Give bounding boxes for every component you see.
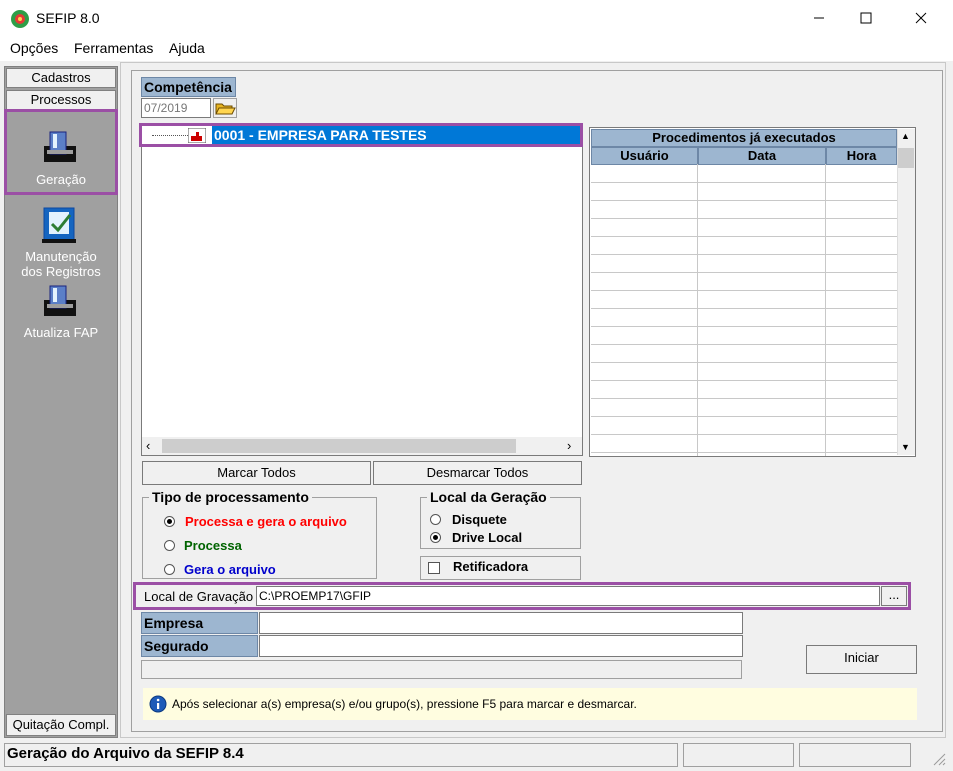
resize-grip-icon[interactable]: [930, 750, 946, 766]
start-button[interactable]: Iniciar: [806, 645, 917, 674]
tipo-processamento-title: Tipo de processamento: [149, 489, 312, 505]
sidebar-item-geracao[interactable]: Geração: [6, 173, 116, 187]
table-row: [591, 417, 897, 435]
company-icon: [187, 127, 207, 144]
table-row: [591, 327, 897, 345]
radio-gera-arquivo[interactable]: [164, 564, 175, 575]
hint-text: Após selecionar a(s) empresa(s) e/ou gru…: [172, 697, 637, 711]
tab-quitacao-compl[interactable]: Quitação Compl.: [6, 714, 116, 736]
company-tree[interactable]: [141, 124, 583, 456]
option-drive-local[interactable]: Drive Local: [452, 530, 522, 545]
empresa-field: [259, 612, 743, 634]
local-geracao-title: Local da Geração: [427, 489, 550, 505]
menu-ajuda[interactable]: Ajuda: [169, 40, 205, 56]
option-disquete[interactable]: Disquete: [452, 512, 507, 527]
column-hora[interactable]: Hora: [826, 147, 897, 165]
tab-processos[interactable]: Processos: [6, 90, 116, 110]
status-panel-3: [799, 743, 911, 767]
sefip-app-icon: [10, 9, 30, 29]
mark-all-button[interactable]: Marcar Todos: [142, 461, 371, 485]
table-row: [591, 165, 897, 183]
table-row: [591, 273, 897, 291]
sidebar-item-manutencao-line1[interactable]: Manutenção: [6, 250, 116, 264]
radio-drive-local[interactable]: [430, 532, 441, 543]
scroll-down-icon[interactable]: ▼: [901, 442, 910, 452]
sidebar-item-atualiza-fap[interactable]: Atualiza FAP: [6, 326, 116, 340]
competencia-field[interactable]: 07/2019: [141, 98, 211, 118]
menu-opcoes[interactable]: Opções: [10, 40, 58, 56]
local-gravacao-field[interactable]: C:\PROEMP17\GFIP: [256, 586, 880, 606]
retificadora-checkbox[interactable]: [428, 562, 440, 574]
table-row: [591, 291, 897, 309]
close-button[interactable]: [898, 0, 944, 36]
option-processa[interactable]: Processa: [184, 538, 242, 553]
table-row: [591, 183, 897, 201]
atualiza-fap-icon[interactable]: [40, 282, 80, 320]
open-folder-button[interactable]: [213, 98, 237, 118]
table-row: [591, 255, 897, 273]
browse-button[interactable]: ...: [881, 586, 907, 606]
unmark-all-button[interactable]: Desmarcar Todos: [373, 461, 582, 485]
menu-ferramentas[interactable]: Ferramentas: [74, 40, 153, 56]
radio-processa[interactable]: [164, 540, 175, 551]
tree-item-empresa[interactable]: 0001 - EMPRESA PARA TESTES: [214, 127, 427, 143]
table-row: [591, 219, 897, 237]
maximize-button[interactable]: [843, 0, 889, 36]
procedures-title: Procedimentos já executados: [591, 129, 897, 147]
table-row: [591, 309, 897, 327]
scroll-right-icon[interactable]: ›: [567, 438, 571, 453]
empresa-label: Empresa: [141, 612, 258, 634]
status-panel-2: [683, 743, 794, 767]
option-processa-e-gera[interactable]: Processa e gera o arquivo: [185, 514, 347, 529]
tree-scroll-thumb[interactable]: [162, 439, 516, 453]
segurado-label: Segurado: [141, 635, 258, 657]
option-gera-arquivo[interactable]: Gera o arquivo: [184, 562, 276, 577]
sidebar-item-manutencao-line2[interactable]: dos Registros: [6, 265, 116, 279]
progress-bar: [141, 660, 742, 679]
local-gravacao-label: Local de Gravação: [144, 589, 254, 604]
maximize-icon: [860, 12, 872, 24]
manutencao-icon[interactable]: [40, 205, 80, 245]
column-usuario[interactable]: Usuário: [591, 147, 698, 165]
scroll-left-icon[interactable]: ‹: [146, 438, 150, 453]
open-folder-icon: [215, 103, 236, 115]
tab-cadastros[interactable]: Cadastros: [6, 68, 116, 88]
retificadora-label[interactable]: Retificadora: [453, 559, 528, 574]
tree-connector: [152, 135, 188, 136]
procedures-vertical-scrollbar[interactable]: [897, 129, 915, 455]
competencia-label: Competência: [141, 77, 236, 97]
info-icon: [149, 695, 167, 713]
table-row: [591, 435, 897, 453]
minimize-button[interactable]: [796, 0, 842, 36]
radio-disquete[interactable]: [430, 514, 441, 525]
table-row: [591, 399, 897, 417]
close-icon: [915, 12, 927, 24]
table-row: [591, 381, 897, 399]
radio-processa-e-gera[interactable]: [164, 516, 175, 527]
procedures-scroll-thumb[interactable]: [898, 148, 914, 168]
scroll-up-icon[interactable]: ▲: [901, 131, 910, 141]
column-data[interactable]: Data: [698, 147, 826, 165]
window-title: SEFIP 8.0: [36, 10, 100, 26]
table-row: [591, 363, 897, 381]
geracao-icon[interactable]: [40, 128, 80, 166]
segurado-field: [259, 635, 743, 657]
table-row: [591, 237, 897, 255]
table-row: [591, 345, 897, 363]
table-row: [591, 201, 897, 219]
status-text: Geração do Arquivo da SEFIP 8.4: [7, 745, 244, 762]
minimize-icon: [814, 17, 824, 19]
